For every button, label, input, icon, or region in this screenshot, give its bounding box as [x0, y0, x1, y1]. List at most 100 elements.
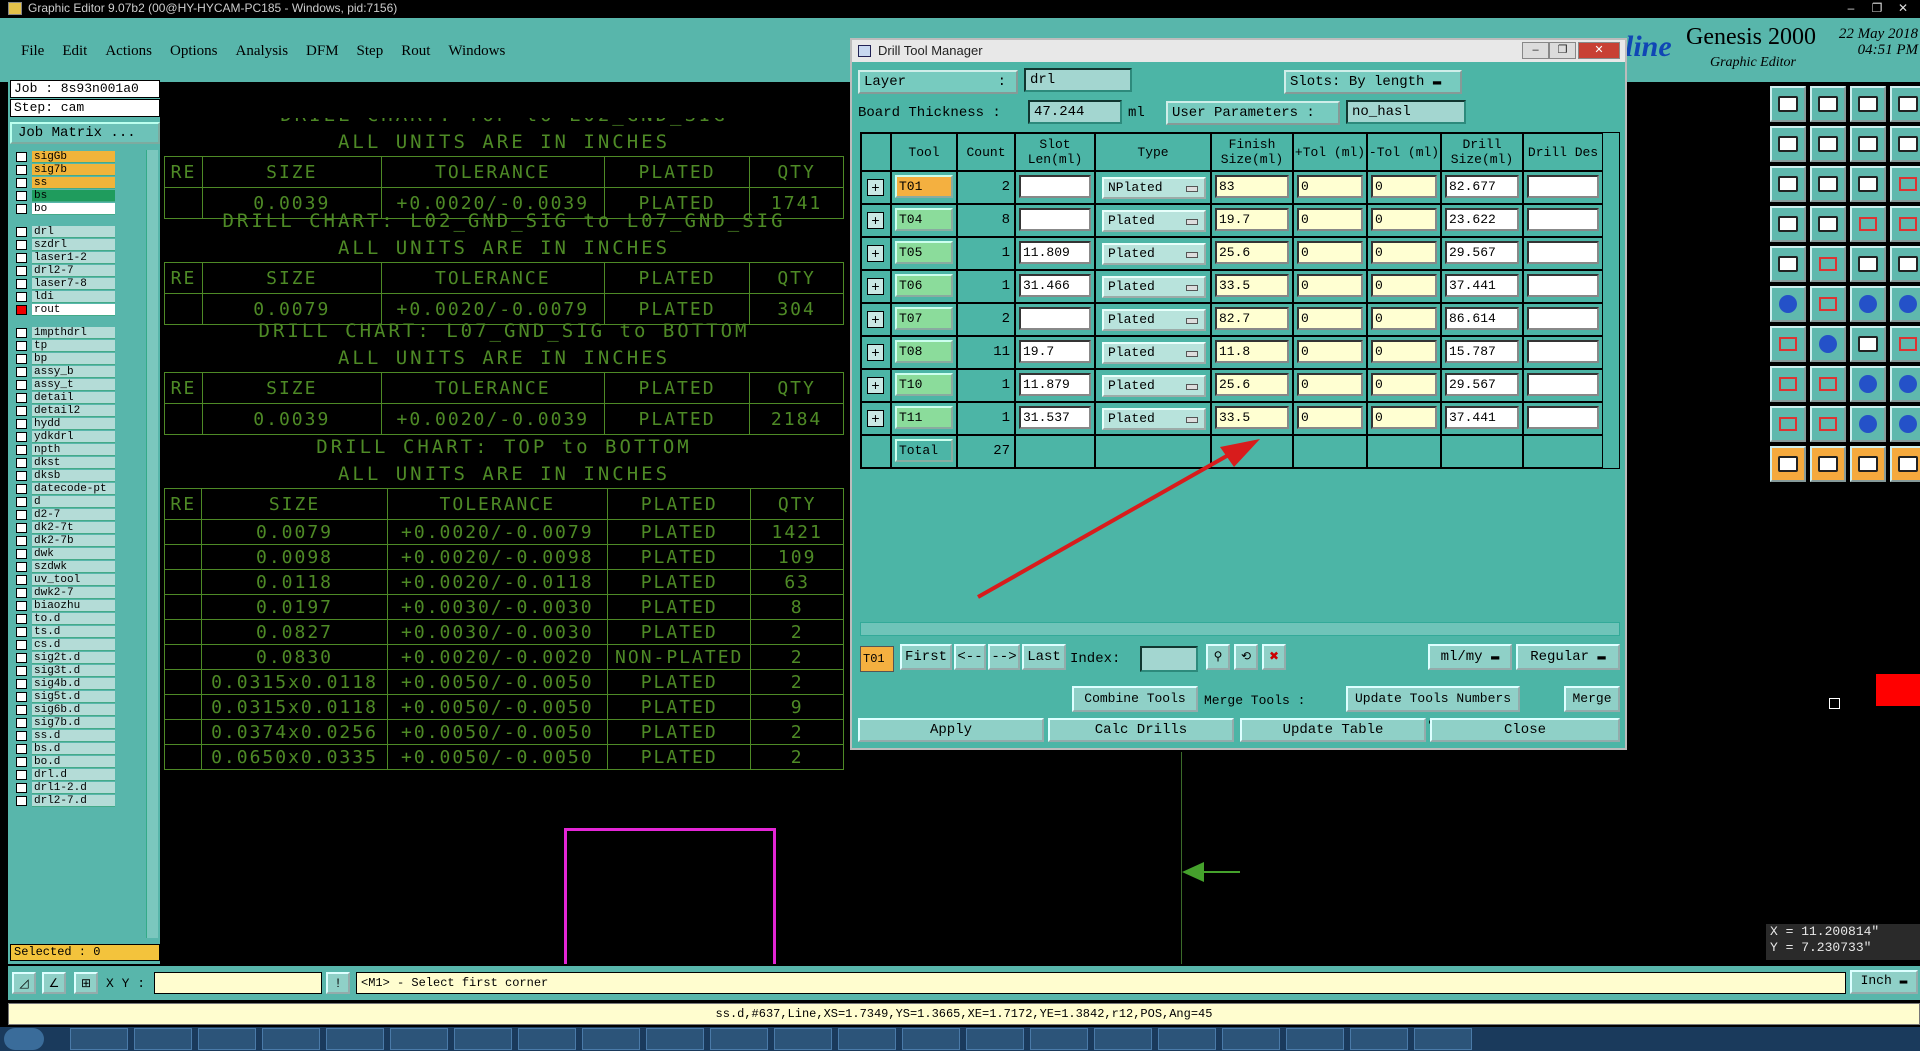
layer-checkbox[interactable]	[16, 704, 27, 715]
mode-dropdown[interactable]: Regular ▬	[1516, 644, 1620, 670]
tool-ptol-input[interactable]: 0	[1297, 241, 1363, 264]
taskbar-app-button[interactable]	[902, 1028, 960, 1050]
tool-drill-input[interactable]: 29.567	[1445, 373, 1519, 396]
job-matrix-button[interactable]: Job Matrix ...	[10, 122, 160, 144]
connect-icon[interactable]	[1850, 206, 1886, 242]
layer-row[interactable]: bs	[10, 189, 132, 202]
layer-row[interactable]: sig3t.d	[10, 664, 132, 677]
layer-row[interactable]: dwk	[10, 547, 132, 560]
layer-row[interactable]: drl	[10, 225, 132, 238]
grid-icon[interactable]: ⊞	[74, 972, 98, 994]
triangle-b-icon[interactable]	[1890, 406, 1920, 442]
update-table-button[interactable]: Update Table	[1240, 718, 1426, 742]
layer-row[interactable]: assy_b	[10, 365, 132, 378]
slots-dropdown[interactable]: Slots: By length ▬	[1284, 70, 1462, 94]
layer-name[interactable]: d	[32, 495, 115, 508]
layer-name[interactable]: sig7b.d	[32, 716, 115, 729]
taskbar-app-button[interactable]	[390, 1028, 448, 1050]
layer-checkbox[interactable]	[16, 431, 27, 442]
layer-checkbox[interactable]	[16, 353, 27, 364]
layer-row[interactable]: ldi	[10, 290, 132, 303]
tool-id[interactable]: T10	[895, 373, 953, 396]
tool-des-input[interactable]	[1527, 175, 1599, 198]
last-button[interactable]: Last	[1022, 644, 1066, 670]
layer-checkbox[interactable]	[16, 392, 27, 403]
layer-name[interactable]: ss	[32, 176, 115, 189]
layer-row[interactable]: ss	[10, 176, 132, 189]
layer-row[interactable]: ts.d	[10, 625, 132, 638]
layer-row[interactable]: sig5t.d	[10, 690, 132, 703]
layer-name[interactable]: drl	[32, 225, 115, 238]
layer-checkbox[interactable]	[16, 795, 27, 806]
xy-input[interactable]	[154, 972, 322, 994]
alert-icon[interactable]: !	[326, 972, 350, 994]
layer-checkbox[interactable]	[16, 522, 27, 533]
layer-checkbox[interactable]	[16, 190, 27, 201]
taskbar-app-button[interactable]	[1158, 1028, 1216, 1050]
layer-name[interactable]: d2-7	[32, 508, 115, 521]
layer-row[interactable]: laser1-2	[10, 251, 132, 264]
tool-type-dropdown[interactable]: Plated	[1102, 276, 1206, 298]
layer-checkbox[interactable]	[16, 304, 27, 315]
layer-row[interactable]: drl.d	[10, 768, 132, 781]
taskbar-app-button[interactable]	[454, 1028, 512, 1050]
taskbar-app-button[interactable]	[1286, 1028, 1344, 1050]
open-icon[interactable]	[1810, 86, 1846, 122]
search-icon[interactable]: ⚲	[1206, 644, 1230, 670]
layer-row[interactable]: ydkdrl	[10, 430, 132, 443]
layer-name[interactable]: ss.d	[32, 729, 115, 742]
layer-row[interactable]: uv_tool	[10, 573, 132, 586]
undo-icon[interactable]	[1850, 126, 1886, 162]
layer-checkbox[interactable]	[16, 561, 27, 572]
layer-checkbox[interactable]	[16, 226, 27, 237]
layer-checkbox[interactable]	[16, 340, 27, 351]
layer-name[interactable]: hydd	[32, 417, 115, 430]
cluster-icon[interactable]	[1890, 366, 1920, 402]
split-icon[interactable]	[1890, 126, 1920, 162]
layer-checkbox[interactable]	[16, 535, 27, 546]
layer-row[interactable]: detail2	[10, 404, 132, 417]
layer-checkbox[interactable]	[16, 252, 27, 263]
tool-drill-input[interactable]: 37.441	[1445, 406, 1519, 429]
layer-name[interactable]: drl2-7	[32, 264, 115, 277]
tool-ptol-input[interactable]: 0	[1297, 340, 1363, 363]
taskbar-app-button[interactable]	[518, 1028, 576, 1050]
back-icon[interactable]	[1770, 126, 1806, 162]
taskbar-app-button[interactable]	[1094, 1028, 1152, 1050]
units-selector[interactable]: Inch ▬	[1850, 970, 1918, 994]
bar-icon[interactable]	[1810, 366, 1846, 402]
layer-row[interactable]: dk2-7t	[10, 521, 132, 534]
menu-step[interactable]: Step	[348, 40, 393, 62]
layer-checkbox[interactable]	[16, 639, 27, 650]
scale-icon[interactable]	[1850, 166, 1886, 202]
tool-des-input[interactable]	[1527, 241, 1599, 264]
layer-row[interactable]: szdwk	[10, 560, 132, 573]
taskbar-app-button[interactable]	[262, 1028, 320, 1050]
layer-name[interactable]: bs.d	[32, 742, 115, 755]
expand-row-icon[interactable]: +	[867, 410, 884, 427]
menu-file[interactable]: File	[12, 40, 53, 62]
measure-icon[interactable]: ∠	[42, 972, 66, 994]
tool-type-dropdown[interactable]: Plated	[1102, 243, 1206, 265]
delete-icon[interactable]: ✖	[1262, 644, 1286, 670]
tool-id[interactable]: T06	[895, 274, 953, 297]
tool-finish-input[interactable]: 11.8	[1215, 340, 1289, 363]
layer-row[interactable]: datecode-pt	[10, 482, 132, 495]
layer-row[interactable]: hydd	[10, 417, 132, 430]
arc-icon[interactable]	[1850, 326, 1886, 362]
node-icon[interactable]	[1770, 286, 1806, 322]
tool-finish-input[interactable]: 25.6	[1215, 373, 1289, 396]
taskbar-app-button[interactable]	[1222, 1028, 1280, 1050]
expand-row-icon[interactable]: +	[867, 278, 884, 295]
first-button[interactable]: First	[900, 644, 952, 670]
units-dropdown[interactable]: ml/my ▬	[1428, 644, 1512, 670]
window-icon[interactable]	[1890, 86, 1920, 122]
layer-name[interactable]: szdrl	[32, 238, 115, 251]
dialog-maximize-button[interactable]: ❐	[1549, 42, 1576, 59]
tool-ptol-input[interactable]: 0	[1297, 208, 1363, 231]
taskbar-app-button[interactable]	[838, 1028, 896, 1050]
layer-name[interactable]: sig6b.d	[32, 703, 115, 716]
dot-icon[interactable]	[1890, 246, 1920, 282]
layer-name[interactable]: assy_b	[32, 365, 115, 378]
layer-field[interactable]: drl	[1024, 68, 1132, 92]
